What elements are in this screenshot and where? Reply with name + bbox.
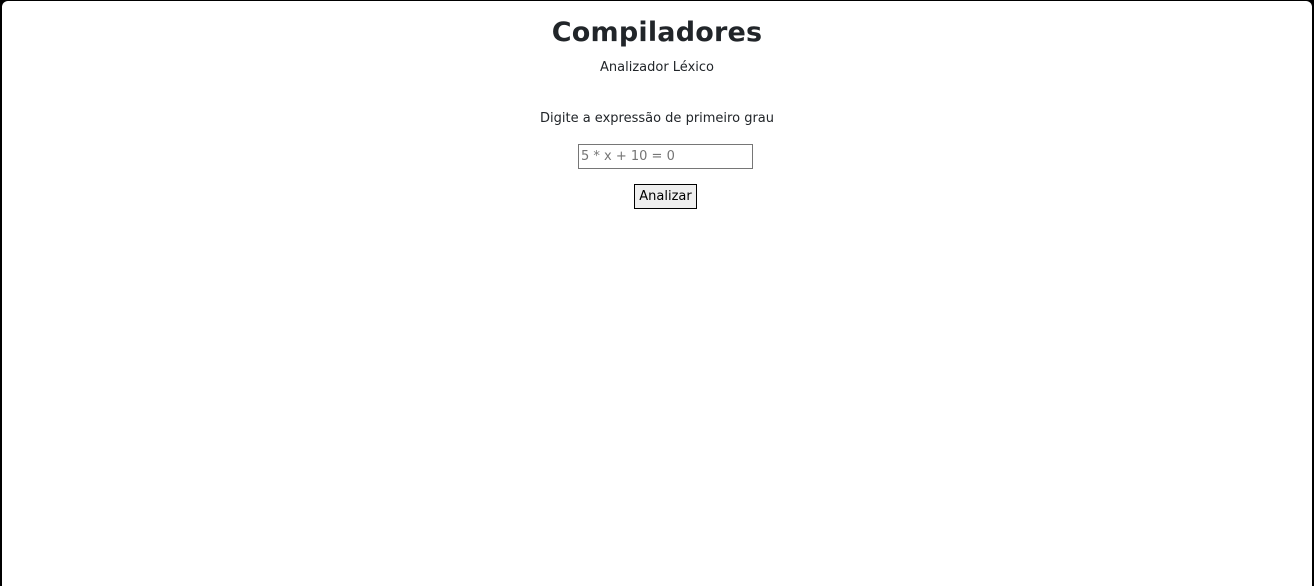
analyze-button[interactable]: Analizar: [634, 184, 697, 209]
page-subtitle: Analizador Léxico: [600, 60, 714, 75]
page-title: Compiladores: [551, 17, 763, 48]
expression-label: Digite a expressão de primeiro grau: [540, 111, 774, 126]
page-viewport: Compiladores Analizador Léxico Digite a …: [2, 1, 1312, 586]
expression-input[interactable]: [578, 144, 753, 169]
